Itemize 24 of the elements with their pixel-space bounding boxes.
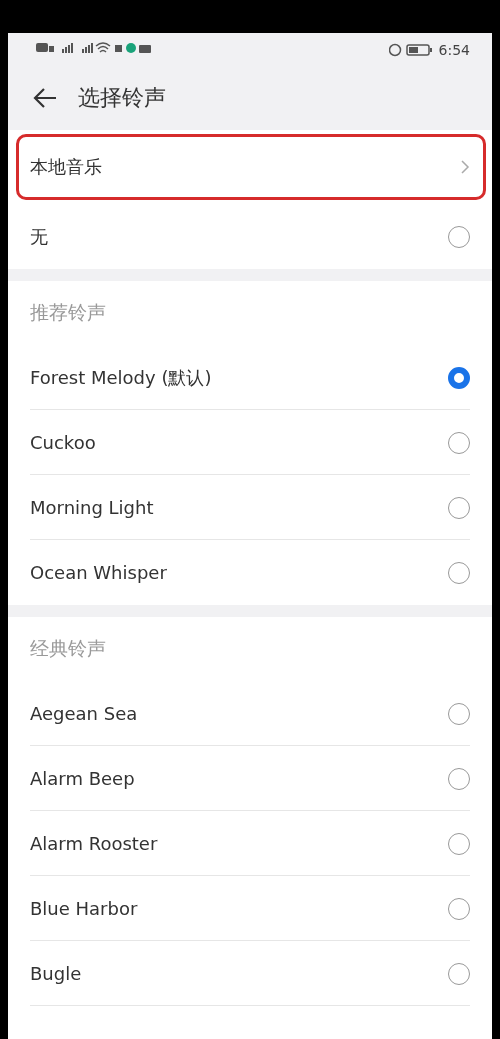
ringtone-item[interactable]: Ocean Whisper — [8, 540, 492, 605]
back-icon[interactable] — [32, 87, 58, 109]
clock: 6:54 — [438, 41, 470, 58]
ringtone-item[interactable]: Aegean Sea — [8, 681, 492, 746]
section-title: 经典铃声 — [29, 636, 107, 661]
ringtone-item[interactable]: Blue Harbor — [8, 876, 492, 941]
local-music-item[interactable]: 本地音乐 — [16, 134, 486, 200]
ringtone-item[interactable]: Cuckoo — [8, 410, 492, 475]
radio-button[interactable] — [448, 366, 470, 389]
ringtone-item[interactable]: Alarm Rooster — [8, 811, 492, 876]
battery-icon — [405, 43, 432, 56]
ringtone-item[interactable]: Morning Light — [8, 475, 492, 540]
app-icon — [126, 43, 136, 53]
chevron-icon — [460, 159, 470, 175]
signal-icon — [82, 43, 93, 53]
section-title: 推荐铃声 — [29, 300, 107, 325]
signal-icon — [62, 43, 73, 53]
ringtone-item[interactable]: Bugle — [8, 941, 492, 1006]
ringtone-item[interactable]: Alarm Beep — [8, 746, 492, 811]
wifi-icon — [95, 42, 111, 53]
ringtone-item[interactable]: 无 — [8, 204, 492, 269]
square-icon — [115, 45, 122, 52]
page-title: 选择铃声 — [78, 84, 166, 112]
ringtone-item[interactable]: Forest Melody (默认) — [8, 345, 492, 410]
